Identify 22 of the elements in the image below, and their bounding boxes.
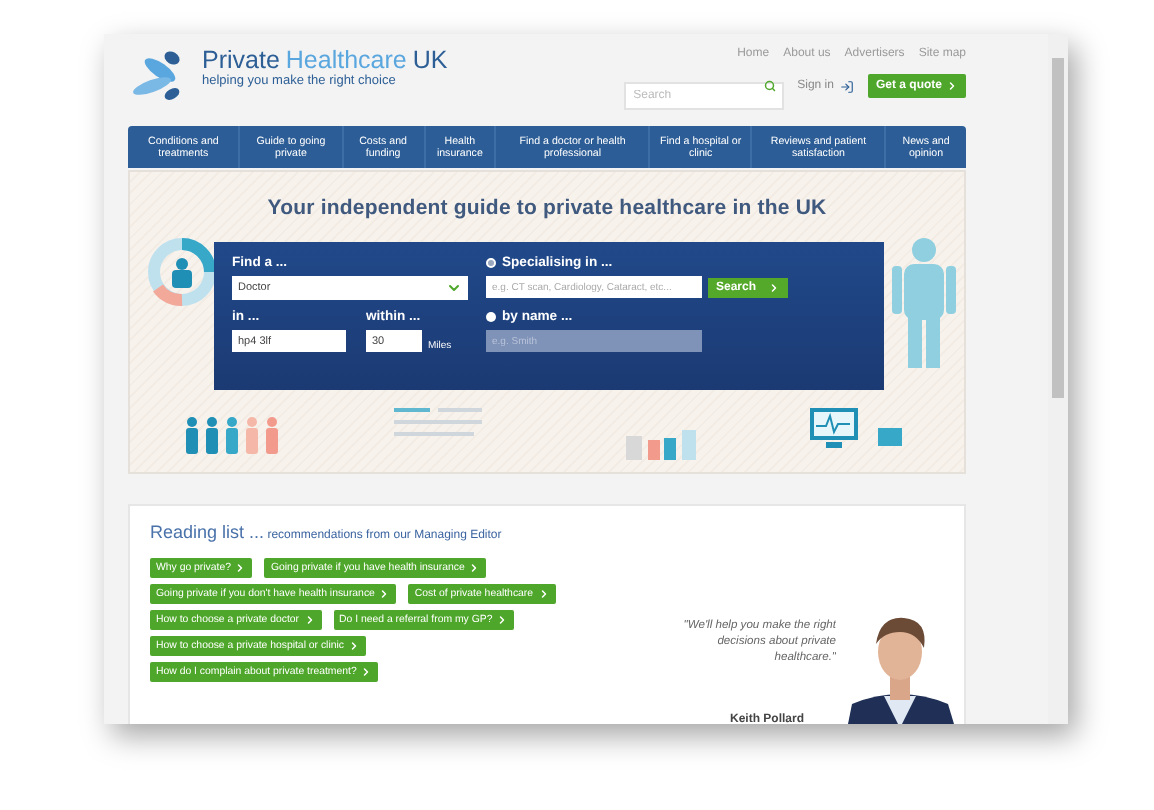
chevron-icon [446, 280, 462, 296]
fitness-chart-drawing [146, 236, 218, 308]
chevron-icon [348, 640, 360, 652]
chevron-icon [468, 562, 481, 574]
search-icon [763, 80, 776, 92]
logo-title: Private Healthcare UK [202, 48, 450, 74]
radio-button[interactable] [486, 258, 496, 268]
hero-title: Your independent guide to private healthcare in the UK [265, 196, 829, 220]
sign-in-icon [839, 79, 854, 93]
chevron-icon [768, 281, 780, 293]
chevron-icon [234, 562, 247, 574]
chevron-icon [946, 80, 958, 92]
chevron-icon [537, 588, 550, 600]
medicine-bottles-drawing [626, 428, 698, 460]
chart-lines-drawing [394, 408, 486, 440]
monitor-drawing [810, 408, 906, 452]
body-figure-drawing [890, 236, 958, 368]
reading-title: Reading list ... [150, 522, 265, 542]
chevron-icon [360, 666, 373, 678]
chevron-icon [378, 588, 391, 600]
chevron-icon [303, 614, 316, 626]
chevron-icon [496, 614, 509, 626]
